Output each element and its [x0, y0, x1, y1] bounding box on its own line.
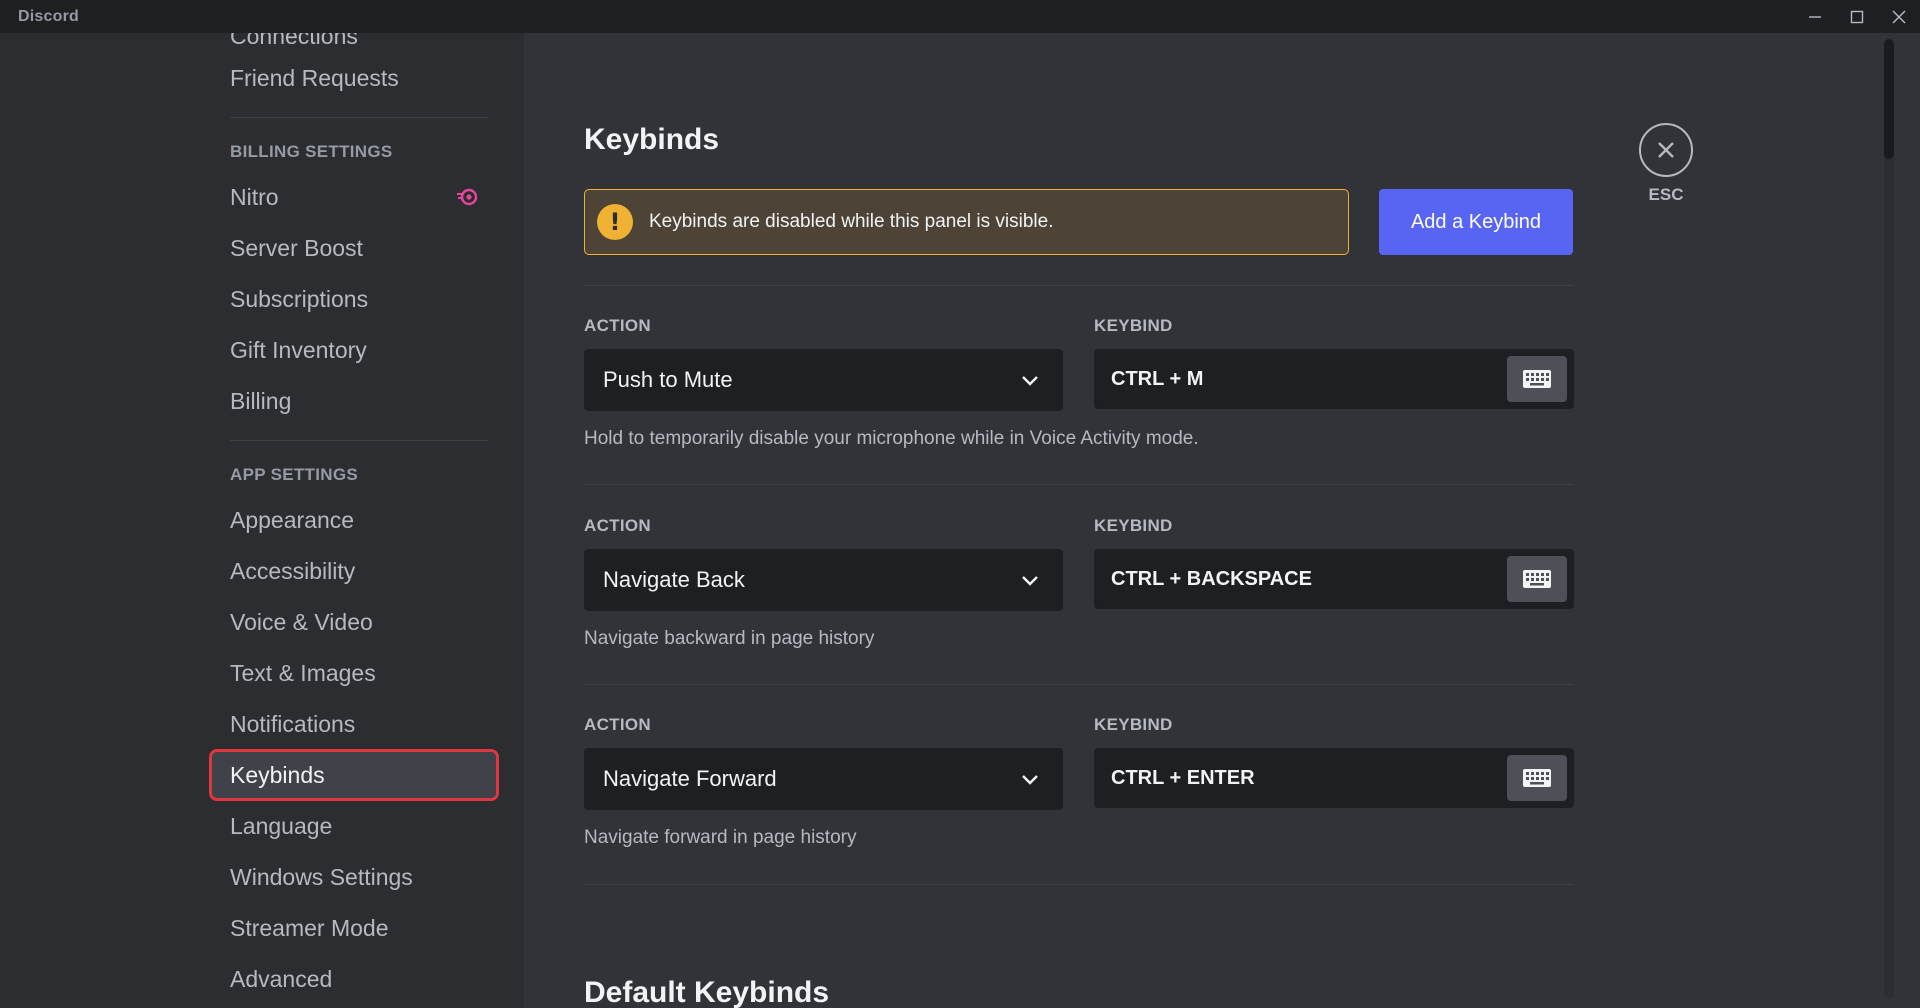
- keyboard-icon: [1523, 769, 1551, 787]
- warning-icon: !: [597, 204, 633, 240]
- sidebar-item-label: Notifications: [230, 710, 356, 737]
- sidebar-item-billing[interactable]: Billing: [212, 378, 496, 424]
- keyboard-icon: [1523, 570, 1551, 588]
- sidebar-item-label: Billing: [230, 387, 292, 414]
- sidebar-item-label: Nitro: [230, 183, 279, 210]
- keybind-field[interactable]: CTRL + BACKSPACE: [1094, 549, 1574, 609]
- action-select[interactable]: Push to Mute: [584, 349, 1063, 411]
- sidebar-item-label: Streamer Mode: [230, 914, 389, 941]
- scrollbar-thumb[interactable]: [1884, 39, 1894, 159]
- maximize-icon: [1850, 10, 1864, 23]
- keybind-field[interactable]: CTRL + ENTER: [1094, 748, 1574, 808]
- sidebar-item-nitro[interactable]: Nitro: [212, 174, 496, 220]
- title-bar: Discord: [0, 0, 1920, 33]
- sidebar-item-keybinds[interactable]: Keybinds: [209, 749, 499, 801]
- settings-sidebar: Connections Friend Requests BILLING SETT…: [0, 33, 524, 1008]
- minimize-icon: [1809, 15, 1821, 18]
- keybind-value: CTRL + M: [1111, 367, 1204, 390]
- sidebar-item-label: Keybinds: [230, 761, 325, 788]
- action-select[interactable]: Navigate Back: [584, 549, 1063, 611]
- action-label: ACTION: [584, 715, 651, 734]
- warning-text: Keybinds are disabled while this panel i…: [649, 211, 1054, 232]
- sidebar-item-streamer-mode[interactable]: Streamer Mode: [212, 905, 496, 951]
- chevron-down-icon: [1022, 376, 1038, 386]
- esc-label: ESC: [1648, 185, 1684, 204]
- sidebar-item-language[interactable]: Language: [212, 803, 496, 849]
- add-keybind-button[interactable]: Add a Keybind: [1379, 189, 1573, 255]
- sidebar-item-appearance[interactable]: Appearance: [212, 497, 496, 543]
- sidebar-item-label: Windows Settings: [230, 863, 413, 890]
- sidebar-item-notifications[interactable]: Notifications: [212, 701, 496, 747]
- sidebar-item-label: Appearance: [230, 506, 355, 533]
- keybind-value: CTRL + ENTER: [1111, 766, 1255, 789]
- close-icon: [1892, 10, 1906, 23]
- chevron-down-icon: [1022, 576, 1038, 586]
- divider: [584, 285, 1574, 286]
- action-label: ACTION: [584, 516, 651, 535]
- action-value: Push to Mute: [603, 367, 733, 392]
- sidebar-item-friend-requests[interactable]: Friend Requests: [212, 55, 496, 101]
- scrollbar[interactable]: [1884, 39, 1894, 999]
- keybind-description: Hold to temporarily disable your microph…: [584, 428, 1199, 449]
- nitro-icon: [456, 186, 478, 208]
- close-settings: ESC: [1634, 123, 1698, 205]
- keybind-description: Navigate backward in page history: [584, 628, 875, 649]
- app-settings-header: APP SETTINGS: [230, 465, 358, 484]
- keybind-label: KEYBIND: [1094, 316, 1173, 335]
- sidebar-item-subscriptions[interactable]: Subscriptions: [212, 276, 496, 322]
- close-icon: [1658, 142, 1674, 158]
- page-title: Keybinds: [584, 123, 720, 156]
- record-keybind-button[interactable]: [1507, 356, 1567, 402]
- sidebar-item-label: Accessibility: [230, 557, 356, 584]
- sidebar-item-accessibility[interactable]: Accessibility: [212, 548, 496, 594]
- warning-banner: ! Keybinds are disabled while this panel…: [584, 189, 1349, 255]
- keybind-description: Navigate forward in page history: [584, 827, 857, 848]
- keyboard-icon: [1523, 370, 1551, 388]
- action-label: ACTION: [584, 316, 651, 335]
- divider: [584, 884, 1574, 885]
- keybind-field[interactable]: CTRL + M: [1094, 349, 1574, 409]
- divider: [584, 484, 1574, 485]
- sidebar-item-voice-video[interactable]: Voice & Video: [212, 599, 496, 645]
- sidebar-item-connections[interactable]: Connections: [212, 33, 496, 56]
- action-value: Navigate Back: [603, 567, 745, 592]
- divider: [584, 684, 1574, 685]
- sidebar-item-label: Connections: [230, 33, 358, 49]
- sidebar-item-label: Text & Images: [230, 659, 376, 686]
- maximize-button[interactable]: [1836, 0, 1878, 33]
- record-keybind-button[interactable]: [1507, 556, 1567, 602]
- sidebar-item-server-boost[interactable]: Server Boost: [212, 225, 496, 271]
- chevron-down-icon: [1022, 775, 1038, 785]
- close-settings-button[interactable]: [1639, 123, 1693, 177]
- sidebar-item-label: Friend Requests: [230, 64, 399, 91]
- action-value: Navigate Forward: [603, 766, 777, 791]
- keybind-row: ACTION KEYBIND Push to Mute CTRL + M Hol…: [584, 316, 1574, 506]
- sidebar-item-label: Gift Inventory: [230, 336, 367, 363]
- default-keybinds-title: Default Keybinds: [584, 976, 830, 1008]
- keybind-label: KEYBIND: [1094, 516, 1173, 535]
- sidebar-divider: [230, 117, 488, 118]
- sidebar-item-windows-settings[interactable]: Windows Settings: [212, 854, 496, 900]
- billing-settings-header: BILLING SETTINGS: [230, 142, 393, 161]
- record-keybind-button[interactable]: [1507, 755, 1567, 801]
- keybind-value: CTRL + BACKSPACE: [1111, 567, 1312, 590]
- app-title: Discord: [18, 7, 79, 25]
- action-select[interactable]: Navigate Forward: [584, 748, 1063, 810]
- keybind-row: ACTION KEYBIND Navigate Forward CTRL + E…: [584, 715, 1574, 905]
- sidebar-item-label: Voice & Video: [230, 608, 373, 635]
- sidebar-item-advanced[interactable]: Advanced: [212, 956, 496, 1002]
- settings-content: Keybinds ! Keybinds are disabled while t…: [524, 33, 1900, 1008]
- sidebar-divider: [230, 440, 488, 441]
- keybind-row: ACTION KEYBIND Navigate Back CTRL + BACK…: [584, 516, 1574, 706]
- sidebar-item-label: Server Boost: [230, 234, 363, 261]
- sidebar-item-label: Language: [230, 812, 333, 839]
- sidebar-item-gift-inventory[interactable]: Gift Inventory: [212, 327, 496, 373]
- sidebar-item-text-images[interactable]: Text & Images: [212, 650, 496, 696]
- window-controls: [1794, 0, 1920, 33]
- sidebar-item-label: Advanced: [230, 965, 333, 992]
- keybind-label: KEYBIND: [1094, 715, 1173, 734]
- sidebar-item-label: Subscriptions: [230, 285, 369, 312]
- minimize-button[interactable]: [1794, 0, 1836, 33]
- close-window-button[interactable]: [1878, 0, 1920, 33]
